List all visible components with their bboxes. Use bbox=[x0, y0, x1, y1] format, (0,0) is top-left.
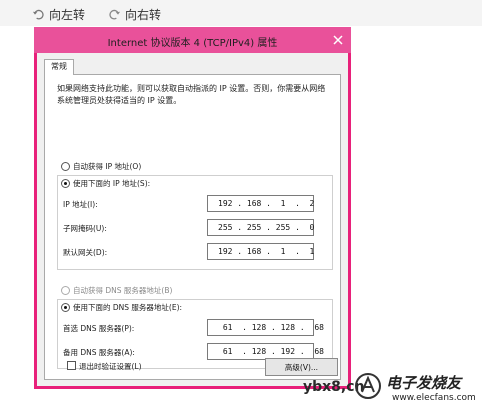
rotate-right-button[interactable]: 向右转 bbox=[108, 6, 161, 22]
auto-ip-label: 自动获得 IP 地址(O) bbox=[73, 162, 142, 171]
elecfans-logo-icon bbox=[355, 373, 381, 399]
ip-address-label: IP 地址(I): bbox=[63, 200, 98, 209]
auto-ip-radio[interactable] bbox=[61, 162, 70, 171]
manual-ip-option[interactable]: 使用下面的 IP 地址(S): bbox=[61, 178, 150, 189]
manual-ip-label: 使用下面的 IP 地址(S): bbox=[73, 179, 151, 188]
general-tab-panel: 如果网络支持此功能，则可以获取自动指派的 IP 设置。否则，你需要从网络系统管理… bbox=[44, 74, 341, 380]
tcpip-properties-dialog: Internet 协议版本 4 (TCP/IPv4) 属性 常规 如果网络支持此… bbox=[34, 27, 351, 389]
validate-on-exit-checkbox[interactable] bbox=[67, 361, 76, 370]
rotate-left-label: 向左转 bbox=[49, 7, 86, 22]
auto-dns-label: 自动获得 DNS 服务器地址(B) bbox=[73, 286, 173, 295]
watermark-elecfans-cn: 电子发烧友 bbox=[386, 374, 462, 392]
rotate-right-label: 向右转 bbox=[125, 7, 162, 22]
default-gateway-field[interactable]: 192 . 168 . 1 . 1 bbox=[207, 243, 314, 260]
advanced-button[interactable]: 高级(V)... bbox=[265, 358, 338, 376]
rotate-left-icon bbox=[32, 9, 44, 19]
subnet-mask-label: 子网掩码(U): bbox=[63, 224, 107, 233]
manual-dns-radio[interactable] bbox=[61, 303, 70, 312]
preferred-dns-field[interactable]: 61 . 128 . 128 . 68 bbox=[207, 319, 324, 336]
manual-dns-label: 使用下面的 DNS 服务器地址(E): bbox=[73, 303, 183, 312]
auto-ip-option[interactable]: 自动获得 IP 地址(O) bbox=[61, 161, 141, 172]
auto-dns-option[interactable]: 自动获得 DNS 服务器地址(B) bbox=[61, 285, 172, 296]
dialog-titlebar[interactable]: Internet 协议版本 4 (TCP/IPv4) 属性 bbox=[34, 27, 351, 53]
alternate-dns-label: 备用 DNS 服务器(A): bbox=[63, 348, 135, 357]
description-text: 如果网络支持此功能，则可以获取自动指派的 IP 设置。否则，你需要从网络系统管理… bbox=[57, 84, 326, 105]
manual-dns-option[interactable]: 使用下面的 DNS 服务器地址(E): bbox=[61, 302, 182, 313]
tab-general[interactable]: 常规 bbox=[44, 59, 74, 75]
dialog-title: Internet 协议版本 4 (TCP/IPv4) 属性 bbox=[107, 38, 278, 49]
subnet-mask-field[interactable]: 255 . 255 . 255 . 0 bbox=[207, 219, 314, 236]
preferred-dns-label: 首选 DNS 服务器(P): bbox=[63, 324, 135, 333]
dialog-client-area: 常规 如果网络支持此功能，则可以获取自动指派的 IP 设置。否则，你需要从网络系… bbox=[37, 53, 348, 386]
validate-on-exit-label: 退出时验证设置(L) bbox=[79, 362, 142, 371]
rotate-right-icon bbox=[109, 9, 121, 19]
manual-ip-radio[interactable] bbox=[61, 179, 70, 188]
default-gateway-label: 默认网关(D): bbox=[63, 248, 108, 257]
watermark-url: www.elecfans.com bbox=[392, 393, 476, 403]
auto-dns-radio[interactable] bbox=[61, 286, 70, 295]
rotate-left-button[interactable]: 向左转 bbox=[32, 6, 85, 22]
image-viewer-toolbar: 向左转 向右转 bbox=[0, 0, 482, 26]
ip-address-field[interactable]: 192 . 168 . 1 . 2 bbox=[207, 195, 314, 212]
close-icon[interactable] bbox=[331, 33, 345, 47]
